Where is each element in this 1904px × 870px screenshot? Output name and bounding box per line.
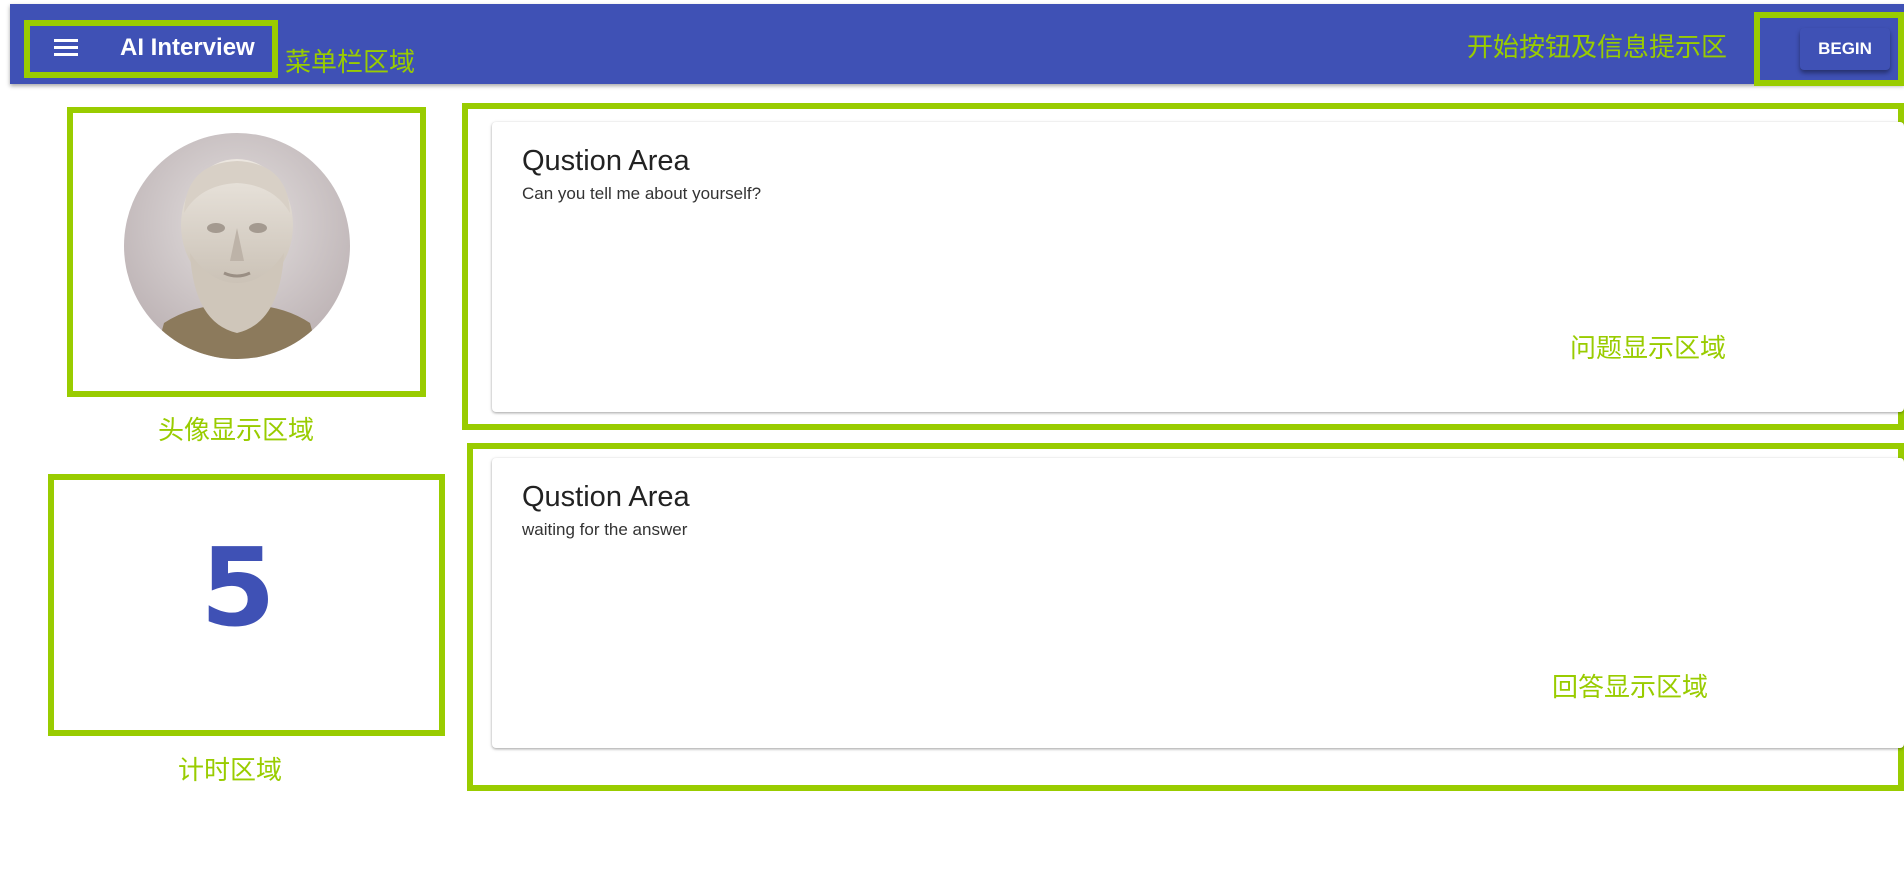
- question-text: Can you tell me about yourself?: [522, 184, 762, 203]
- menu-area-label: 菜单栏区域: [285, 48, 416, 78]
- question-card-title: Qustion Area: [522, 145, 690, 177]
- bust-portrait-icon: [124, 133, 350, 359]
- avatar: [124, 133, 350, 359]
- question-area-label: 问题显示区域: [1570, 334, 1727, 364]
- menu-area-outline: [24, 20, 278, 78]
- answer-text: waiting for the answer: [522, 520, 688, 539]
- answer-card-title: Qustion Area: [522, 481, 690, 513]
- begin-area-outline: [1754, 12, 1904, 86]
- begin-area-label: 开始按钮及信息提示区: [1467, 33, 1728, 63]
- timer-area-label: 计时区域: [178, 756, 283, 786]
- answer-area-label: 回答显示区域: [1552, 673, 1709, 703]
- question-card: Qustion Area Can you tell me about yours…: [492, 122, 1904, 412]
- avatar-area-label: 头像显示区域: [158, 416, 315, 446]
- timer-value: 5: [200, 526, 276, 651]
- answer-card: Qustion Area waiting for the answer: [492, 458, 1904, 748]
